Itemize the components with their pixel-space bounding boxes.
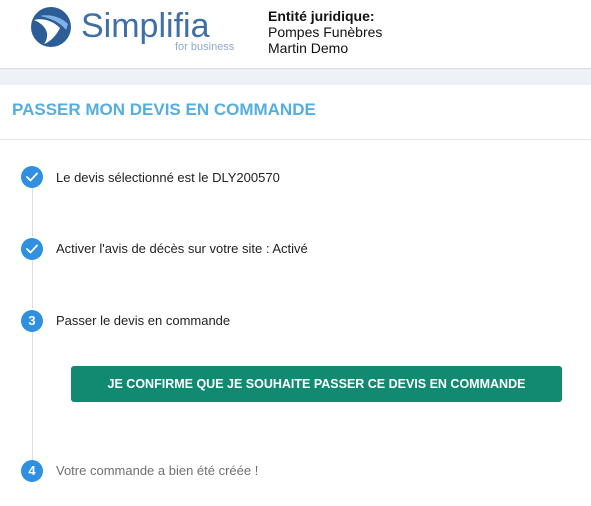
stepper-connector (32, 260, 33, 308)
step-4-label: Votre commande a bien été créée ! (56, 463, 259, 478)
logo-subtext: for business (175, 41, 235, 53)
simplifia-logo[interactable]: Simplifia for business (30, 6, 234, 56)
legal-entity-name-line2: Martin Demo (268, 40, 349, 56)
app-header: Simplifia for business Entité juridique:… (0, 0, 591, 68)
legal-entity-info: Entité juridique: Pompes Funèbres Martin… (268, 8, 382, 56)
stepper-connector (32, 332, 33, 460)
step-1-checkmark-icon (21, 166, 43, 188)
step-4-number-badge: 4 (21, 460, 43, 482)
header-divider (0, 68, 591, 85)
step-2-label: Activer l'avis de décès sur votre site :… (56, 241, 308, 256)
confirm-order-button[interactable]: JE CONFIRME QUE JE SOUHAITE PASSER CE DE… (71, 366, 562, 402)
page-title: PASSER MON DEVIS EN COMMANDE (12, 100, 316, 119)
legal-entity-name-line1: Pompes Funèbres (268, 24, 383, 40)
step-2-checkmark-icon (21, 238, 43, 260)
logo-text: Simplifia (81, 7, 210, 45)
step-1-label: Le devis sélectionné est le DLY200570 (56, 170, 280, 185)
legal-entity-label: Entité juridique: (268, 8, 375, 24)
simplifia-logo-icon (31, 7, 71, 47)
step-3-number-badge: 3 (21, 310, 43, 332)
title-divider (0, 139, 591, 140)
stepper-connector (32, 188, 33, 236)
step-3-label: Passer le devis en commande (56, 313, 231, 328)
